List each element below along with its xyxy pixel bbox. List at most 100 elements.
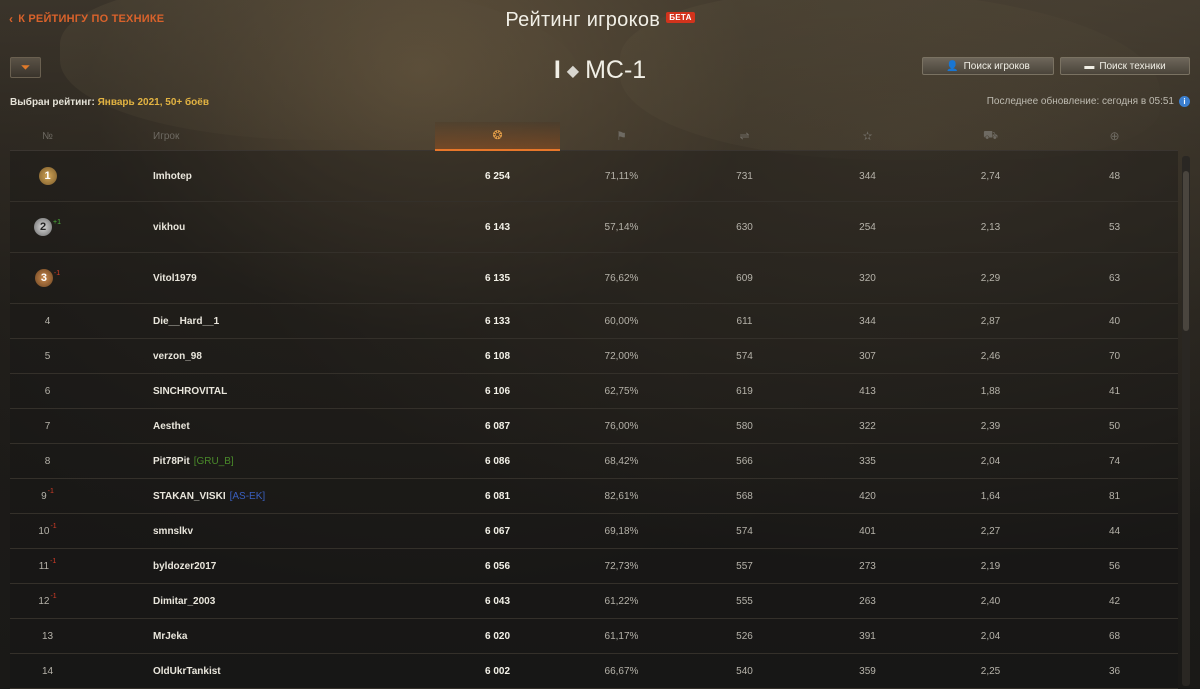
winrate-value: 82,61% bbox=[604, 490, 639, 502]
winrate-value: 69,18% bbox=[604, 525, 639, 537]
info-icon[interactable]: i bbox=[1179, 96, 1190, 107]
xp-value: 413 bbox=[859, 385, 876, 397]
xp-value: 263 bbox=[859, 595, 876, 607]
xp-value: 273 bbox=[859, 560, 876, 572]
table-row[interactable]: 1 Imhotep 6 254 71,11% 731 344 2,74 48 bbox=[10, 151, 1178, 202]
rating-score: 6 067 bbox=[484, 525, 511, 537]
table-row[interactable]: 9 -1 STAKAN_VISKI [AS-EK] 6 081 82,61% 568… bbox=[10, 479, 1178, 514]
rank-number: 5 bbox=[44, 350, 51, 362]
flag-icon: ⚑ bbox=[616, 129, 627, 143]
table-row[interactable]: 6 SINCHROVITAL 6 106 62,75% 619 413 1,88… bbox=[10, 374, 1178, 409]
table-row[interactable]: 5 verzon_98 6 108 72,00% 574 307 2,46 70 bbox=[10, 339, 1178, 374]
rating-score: 6 254 bbox=[484, 170, 511, 182]
player-name[interactable]: byldozer2017 bbox=[153, 561, 216, 572]
spotted-value: 36 bbox=[1108, 665, 1121, 677]
rank-change: -1 bbox=[50, 522, 57, 530]
col-frags-header[interactable]: ⛟ bbox=[929, 122, 1052, 151]
search-players-button[interactable]: 👤 Поиск игроков bbox=[922, 57, 1054, 75]
player-name[interactable]: SINCHROVITAL bbox=[153, 386, 227, 397]
search-vehicles-button[interactable]: ▬ Поиск техники bbox=[1060, 57, 1190, 75]
frags-value: 2,46 bbox=[980, 350, 1001, 362]
spotted-value: 81 bbox=[1108, 490, 1121, 502]
damage-value: 609 bbox=[736, 272, 753, 284]
player-name[interactable]: verzon_98 bbox=[153, 351, 202, 362]
col-winrate-header[interactable]: ⚑ bbox=[560, 122, 683, 151]
player-name[interactable]: Aesthet bbox=[153, 421, 190, 432]
table-row[interactable]: 2 +1 vikhou 6 143 57,14% 630 254 2,13 53 bbox=[10, 202, 1178, 253]
table-row[interactable]: 11 -1 byldozer2017 6 056 72,73% 557 273 2… bbox=[10, 549, 1178, 584]
table-row[interactable]: 4 Die__Hard__1 6 133 60,00% 611 344 2,87… bbox=[10, 304, 1178, 339]
clan-tag[interactable]: [GRU_B] bbox=[194, 456, 234, 467]
player-name[interactable]: OldUkrTankist bbox=[153, 666, 221, 677]
tank-class-icon: ◆ bbox=[566, 63, 580, 81]
player-cell: OldUkrTankist bbox=[85, 666, 435, 677]
frags-value: 2,04 bbox=[980, 455, 1001, 467]
spotted-value: 56 bbox=[1108, 560, 1121, 572]
winrate-value: 72,00% bbox=[604, 350, 639, 362]
col-rating-header[interactable]: ❂ bbox=[435, 121, 560, 151]
scrollbar-thumb[interactable] bbox=[1183, 171, 1189, 331]
rank-cell: 10 -1 bbox=[10, 522, 85, 537]
player-cell: byldozer2017 bbox=[85, 561, 435, 572]
table-row[interactable]: 7 Aesthet 6 087 76,00% 580 322 2,39 50 bbox=[10, 409, 1178, 444]
damage-value: 580 bbox=[736, 420, 753, 432]
selected-rating-value[interactable]: Январь 2021, 50+ боёв bbox=[98, 97, 209, 108]
winrate-value: 68,42% bbox=[604, 455, 639, 467]
table-row[interactable]: 12 -1 Dimitar_2003 6 043 61,22% 555 263 2… bbox=[10, 584, 1178, 619]
player-name[interactable]: Die__Hard__1 bbox=[153, 316, 219, 327]
winrate-value: 61,17% bbox=[604, 630, 639, 642]
player-cell: MrJeka bbox=[85, 631, 435, 642]
col-spotted-header[interactable]: ⊕ bbox=[1052, 122, 1177, 151]
table-row[interactable]: 3 -1 Vitol1979 6 135 76,62% 609 320 2,29 … bbox=[10, 253, 1178, 304]
rank-cell: 13 bbox=[10, 631, 85, 642]
winrate-value: 66,67% bbox=[604, 665, 639, 677]
spotted-value: 41 bbox=[1108, 385, 1121, 397]
spotted-value: 53 bbox=[1108, 221, 1121, 233]
table-row[interactable]: 10 -1 smnslkv 6 067 69,18% 574 401 2,27 4… bbox=[10, 514, 1178, 549]
rank-change: -1 bbox=[50, 592, 57, 600]
player-name[interactable]: Imhotep bbox=[153, 171, 192, 182]
frags-value: 2,74 bbox=[980, 170, 1001, 182]
scrollbar[interactable] bbox=[1182, 156, 1190, 686]
rank-number: 9 bbox=[41, 490, 47, 502]
winrate-value: 60,00% bbox=[604, 315, 639, 327]
col-damage-header[interactable]: ⇌ bbox=[683, 122, 806, 151]
table-row[interactable]: 13 MrJeka 6 020 61,17% 526 391 2,04 68 bbox=[10, 619, 1178, 654]
table-header: № Игрок ❂ ⚑ ⇌ ✫ ⛟ ⊕ bbox=[10, 121, 1178, 151]
player-name[interactable]: Dimitar_2003 bbox=[153, 596, 215, 607]
player-name[interactable]: Pit78Pit bbox=[153, 456, 190, 467]
damage-value: 557 bbox=[736, 560, 753, 572]
player-cell: vikhou bbox=[85, 222, 435, 233]
table-row[interactable]: 14 OldUkrTankist 6 002 66,67% 540 359 2,… bbox=[10, 654, 1178, 689]
player-cell: STAKAN_VISKI [AS-EK] bbox=[85, 491, 435, 502]
xp-value: 344 bbox=[859, 170, 876, 182]
rating-score: 6 108 bbox=[484, 350, 511, 362]
search-players-label: Поиск игроков bbox=[963, 60, 1030, 72]
player-name[interactable]: STAKAN_VISKI bbox=[153, 491, 226, 502]
player-cell: Vitol1979 bbox=[85, 273, 435, 284]
rank-cell: 11 -1 bbox=[10, 557, 85, 572]
clan-tag[interactable]: [AS-EK] bbox=[230, 491, 266, 502]
damage-value: 611 bbox=[736, 315, 753, 327]
player-name[interactable]: MrJeka bbox=[153, 631, 187, 642]
player-name[interactable]: smnslkv bbox=[153, 526, 193, 537]
frags-value: 2,19 bbox=[980, 560, 1001, 572]
col-player-header[interactable]: Игрок bbox=[85, 122, 435, 151]
rank-number: 10 bbox=[38, 525, 50, 537]
frags-value: 1,88 bbox=[980, 385, 1001, 397]
spotted-value: 63 bbox=[1108, 272, 1121, 284]
player-name[interactable]: vikhou bbox=[153, 222, 185, 233]
user-icon: 👤 bbox=[946, 60, 959, 72]
damage-value: 568 bbox=[736, 490, 753, 502]
col-rank-header[interactable]: № bbox=[10, 122, 85, 151]
spotted-value: 44 bbox=[1108, 525, 1121, 537]
winrate-value: 57,14% bbox=[604, 221, 639, 233]
rank-cell: 4 bbox=[10, 316, 85, 327]
table-row[interactable]: 8 Pit78Pit [GRU_B] 6 086 68,42% 566 335 2… bbox=[10, 444, 1178, 479]
rating-score: 6 056 bbox=[484, 560, 511, 572]
player-name[interactable]: Vitol1979 bbox=[153, 273, 197, 284]
damage-icon: ⇌ bbox=[739, 129, 750, 143]
rank-change: -1 bbox=[50, 557, 57, 565]
rank-change: -1 bbox=[53, 269, 61, 277]
col-xp-header[interactable]: ✫ bbox=[806, 122, 929, 151]
